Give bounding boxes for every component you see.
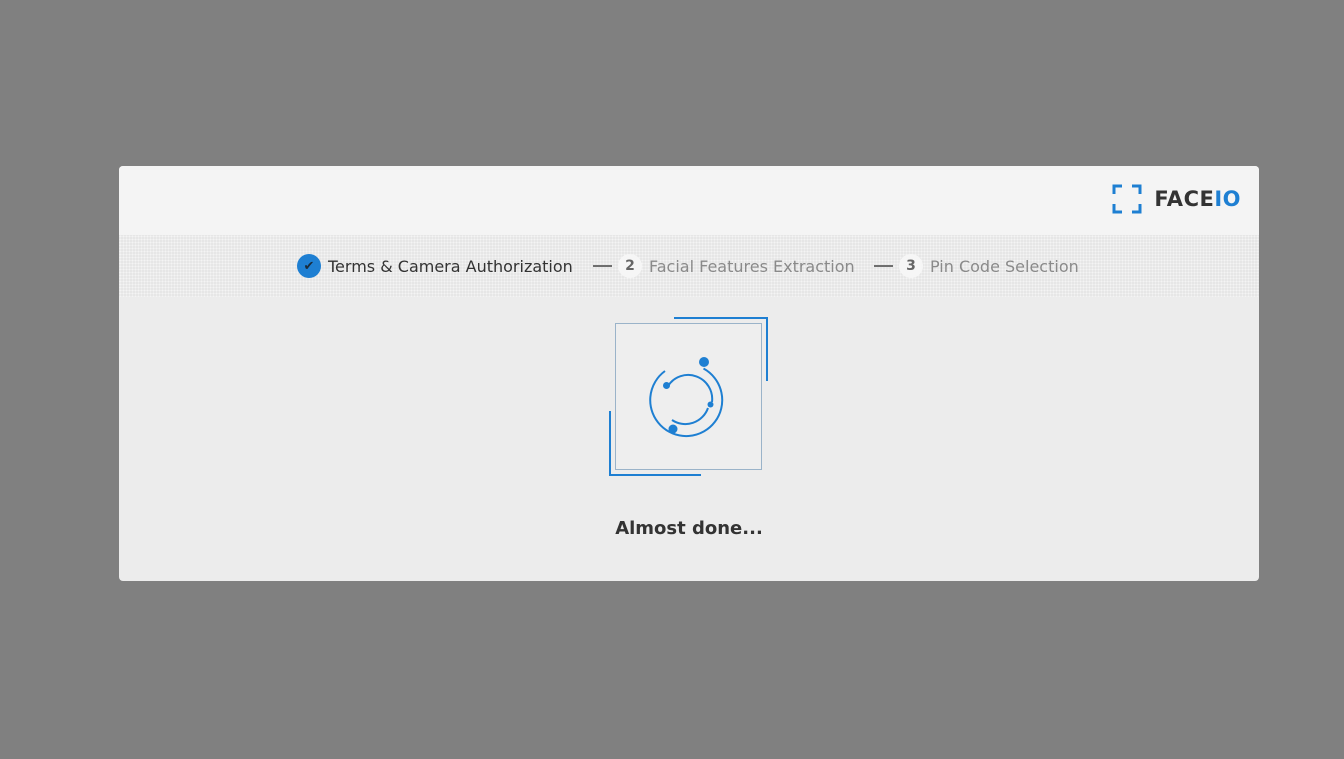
step-divider: [874, 265, 893, 267]
progress-steps: ✔ Terms & Camera Authorization 2 Facial …: [119, 235, 1259, 297]
step-label: Terms & Camera Authorization: [328, 256, 573, 276]
brand-name-suffix: IO: [1214, 187, 1241, 211]
step-terms-camera: ✔ Terms & Camera Authorization: [297, 235, 573, 297]
step-number: 3: [899, 254, 923, 278]
face-scan-frame-icon: [1112, 184, 1142, 214]
step-number: 2: [618, 254, 642, 278]
step-divider: [593, 265, 612, 267]
step-label: Facial Features Extraction: [649, 256, 855, 276]
orbit-spinner-icon: [609, 317, 768, 476]
step-facial-features: 2 Facial Features Extraction: [618, 235, 855, 297]
status-message: Almost done...: [615, 518, 763, 539]
step-pin-code: 3 Pin Code Selection: [899, 235, 1079, 297]
brand-logo: FACEIO: [1112, 183, 1241, 215]
faceio-modal: FACEIO ✔ Terms & Camera Authorization 2 …: [119, 166, 1259, 581]
checkmark-icon: ✔: [297, 254, 321, 278]
step-label: Pin Code Selection: [930, 256, 1079, 276]
brand-name: FACEIO: [1154, 187, 1241, 211]
modal-header: FACEIO: [119, 166, 1259, 235]
brand-name-prefix: FACE: [1154, 187, 1215, 211]
